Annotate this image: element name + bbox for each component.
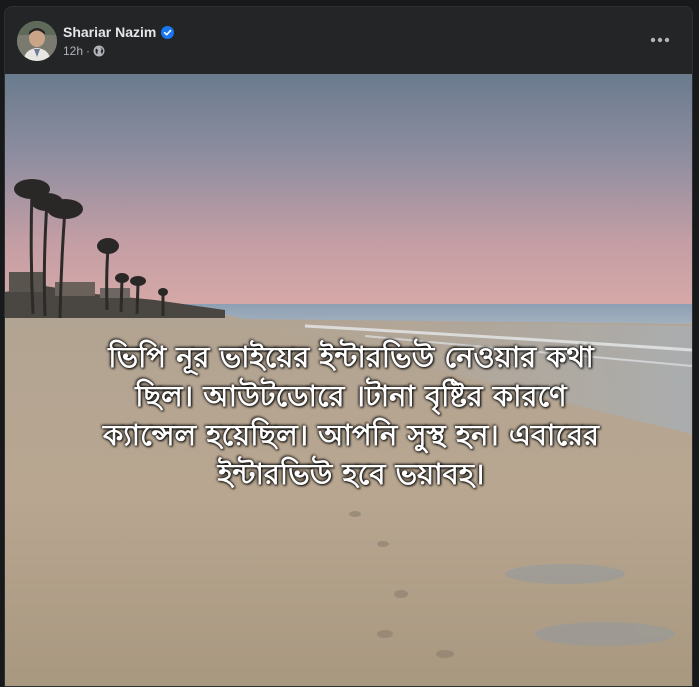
- more-options-button[interactable]: [644, 27, 676, 53]
- dot-separator: ·: [86, 44, 91, 58]
- post-header: Shariar Nazim 12h ·: [5, 7, 692, 73]
- more-horizontal-icon: [650, 37, 670, 43]
- globe-icon[interactable]: [93, 45, 105, 57]
- author-name[interactable]: Shariar Nazim: [63, 23, 156, 41]
- caption-line: ভিপি নূর ভাইয়ের ইন্টারভিউ নেওয়ার কথা: [108, 340, 594, 374]
- verified-badge-icon: [161, 25, 175, 39]
- caption-line: ছিল। আউটডোরে ।টানা বৃষ্টির কারণে: [135, 379, 567, 413]
- post-card: Shariar Nazim 12h · ভিপি নূর ভাইয়ের ইন্…: [4, 6, 693, 687]
- avatar[interactable]: [17, 21, 57, 61]
- post-image-caption: ভিপি নূর ভাইয়ের ইন্টারভিউ নেওয়ার কথা ছ…: [31, 338, 671, 494]
- post-timestamp[interactable]: 12h: [63, 43, 83, 59]
- profile-photo-icon: [17, 21, 57, 61]
- post-image[interactable]: ভিপি নূর ভাইয়ের ইন্টারভিউ নেওয়ার কথা ছ…: [5, 74, 692, 686]
- caption-line: ক্যান্সেল হয়েছিল। আপনি সুস্থ হন। এবারের: [102, 418, 600, 452]
- caption-line: ইন্টারভিউ হবে ভয়াবহ।: [217, 457, 485, 491]
